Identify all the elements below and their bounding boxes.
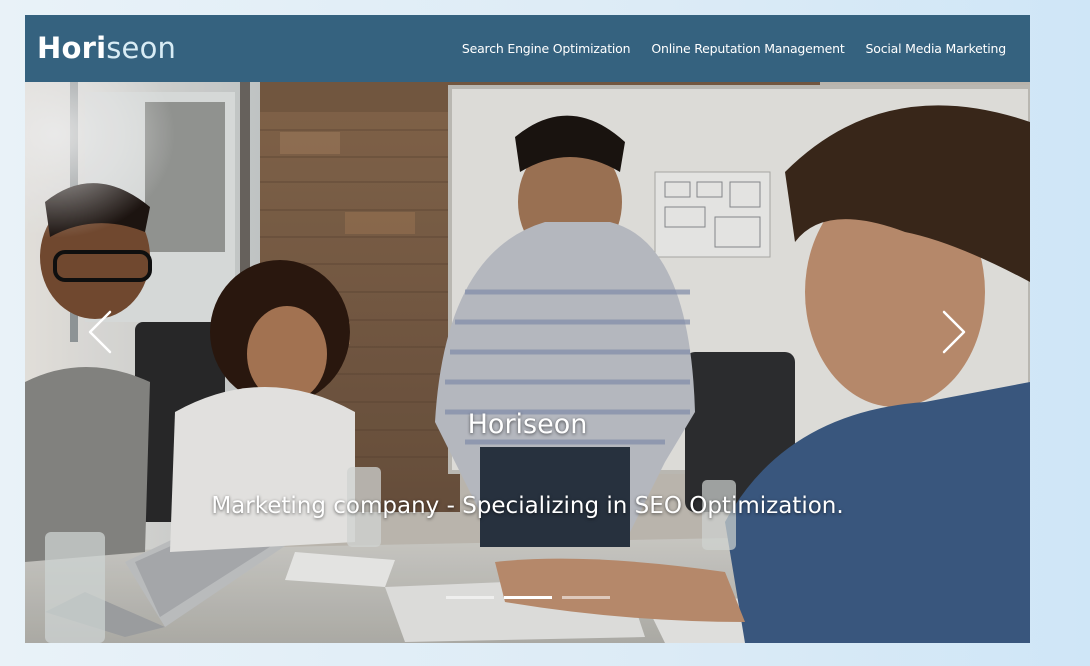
hero-carousel: Horiseon Marketing company - Specializin… <box>25 82 1030 643</box>
main-nav: Search Engine Optimization Online Reputa… <box>462 41 1006 56</box>
nav-link-search-engine-optimization[interactable]: Search Engine Optimization <box>462 41 631 56</box>
nav-link-social-media-marketing[interactable]: Social Media Marketing <box>866 41 1007 56</box>
site-logo[interactable]: Horiseon <box>37 34 176 63</box>
carousel-indicators <box>25 596 1030 599</box>
carousel-next-button[interactable] <box>934 304 974 364</box>
logo-main: Hori <box>37 31 107 65</box>
carousel-caption-text: Marketing company - Specializing in SEO … <box>211 493 844 519</box>
hero-image <box>25 82 1030 643</box>
carousel-prev-button[interactable] <box>80 304 120 364</box>
nav-link-online-reputation-management[interactable]: Online Reputation Management <box>651 41 844 56</box>
carousel-caption-title: Horiseon <box>467 409 588 440</box>
carousel-indicator-1[interactable] <box>445 596 494 599</box>
page-frame: Horiseon Search Engine Optimization Onli… <box>25 15 1030 643</box>
chevron-right-icon <box>941 310 967 359</box>
carousel-indicator-2[interactable] <box>503 596 552 599</box>
chevron-left-icon <box>87 310 113 359</box>
carousel-indicator-3[interactable] <box>561 596 610 599</box>
site-header: Horiseon Search Engine Optimization Onli… <box>25 15 1030 82</box>
logo-accent: seon <box>106 31 177 65</box>
